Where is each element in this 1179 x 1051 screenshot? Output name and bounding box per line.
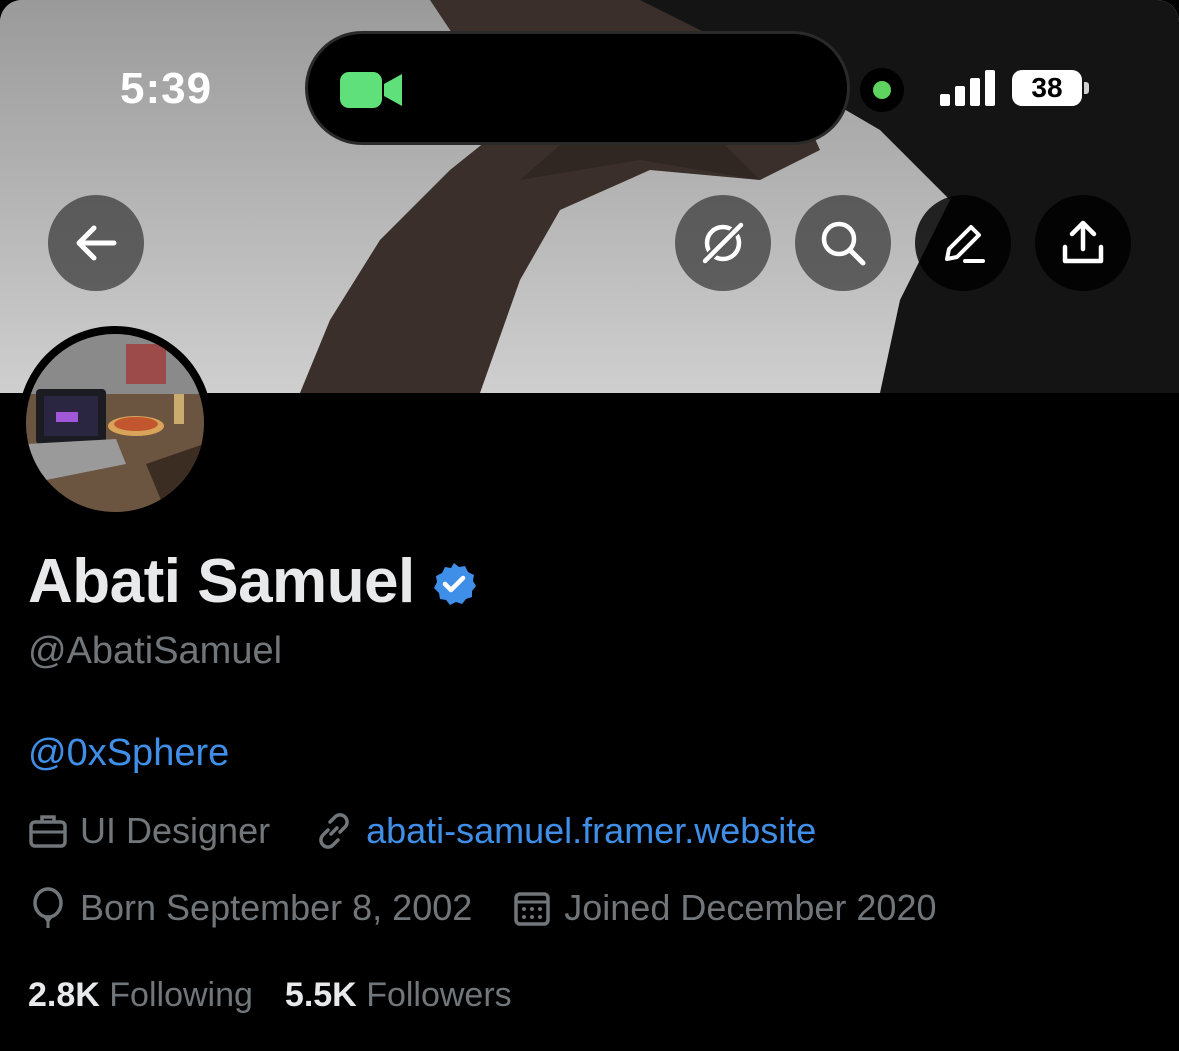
green-dot-icon: [873, 81, 891, 99]
search-button[interactable]: [795, 195, 891, 291]
following-stat[interactable]: 2.8K Following: [28, 976, 253, 1015]
battery-indicator: 38: [1012, 70, 1082, 106]
join-date-label: Joined December 2020: [564, 887, 937, 928]
back-button[interactable]: [48, 195, 144, 291]
following-count: 2.8K: [28, 976, 100, 1014]
calendar-icon: [514, 892, 551, 926]
profession-label: UI Designer: [80, 810, 271, 851]
verified-badge-icon[interactable]: [431, 561, 477, 607]
profile-name-row: Abati Samuel: [28, 546, 477, 617]
avatar[interactable]: [18, 326, 212, 520]
share-icon: [1062, 220, 1104, 264]
avatar-photo: [26, 334, 204, 512]
share-button[interactable]: [1035, 195, 1131, 291]
followers-label: Followers: [366, 976, 512, 1014]
website-link[interactable]: abati-samuel.framer.website: [366, 810, 816, 852]
profile-meta-row-1: UI Designer abati-samuel.framer.website: [28, 810, 816, 852]
facetime-camera-icon: [340, 72, 402, 108]
balloon-icon: [33, 887, 63, 928]
birthday: Born September 8, 2002: [28, 887, 472, 929]
edit-button[interactable]: [915, 195, 1011, 291]
search-icon: [821, 221, 866, 266]
followers-stat[interactable]: 5.5K Followers: [285, 976, 512, 1015]
follow-stats: 2.8K Following 5.5K Followers: [28, 976, 544, 1015]
grok-button[interactable]: [675, 195, 771, 291]
status-time: 5:39: [120, 64, 213, 113]
followers-count: 5.5K: [284, 976, 357, 1014]
link-icon: [319, 813, 349, 849]
join-date: Joined December 2020: [512, 887, 937, 929]
website[interactable]: abati-samuel.framer.website: [314, 810, 816, 852]
birthday-label: Born September 8, 2002: [80, 887, 473, 928]
profile-handle: @AbatiSamuel: [28, 630, 283, 672]
bio-mention-link[interactable]: @0xSphere: [28, 732, 229, 775]
grok-icon: [699, 219, 747, 267]
briefcase-icon: [29, 815, 67, 848]
camera-indicator: [860, 68, 904, 112]
profile-meta-row-2: Born September 8, 2002 Joined December 2…: [28, 887, 937, 929]
back-icon: [76, 225, 117, 261]
profile-name: Abati Samuel: [28, 547, 415, 616]
edit-icon: [945, 225, 985, 263]
cellular-signal-icon: [940, 70, 995, 106]
battery-cap: [1084, 82, 1089, 94]
following-label: Following: [109, 976, 253, 1014]
profession: UI Designer: [28, 810, 270, 852]
